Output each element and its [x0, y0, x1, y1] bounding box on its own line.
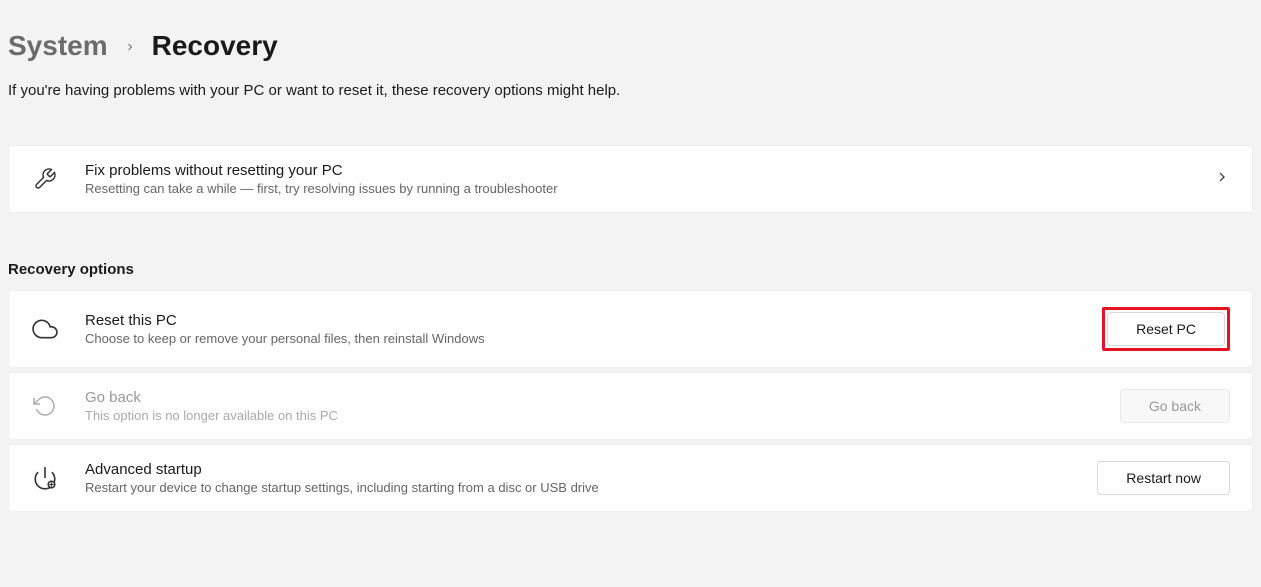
- advanced-startup-desc: Restart your device to change startup se…: [85, 480, 1097, 495]
- page-title: Recovery: [152, 30, 278, 62]
- advanced-startup-card: Advanced startup Restart your device to …: [8, 444, 1253, 512]
- reset-pc-desc: Choose to keep or remove your personal f…: [85, 331, 1102, 346]
- reset-pc-body: Reset this PC Choose to keep or remove y…: [85, 312, 1102, 346]
- reset-pc-button[interactable]: Reset PC: [1107, 312, 1225, 346]
- wrench-icon: [31, 165, 59, 193]
- chevron-right-icon: [124, 36, 136, 59]
- fix-problems-body: Fix problems without resetting your PC R…: [85, 162, 1214, 196]
- chevron-right-icon: [1214, 169, 1230, 190]
- restart-now-button[interactable]: Restart now: [1097, 461, 1230, 495]
- reset-pc-card: Reset this PC Choose to keep or remove y…: [8, 290, 1253, 368]
- advanced-startup-body: Advanced startup Restart your device to …: [85, 461, 1097, 495]
- reset-pc-title: Reset this PC: [85, 312, 1102, 329]
- go-back-button: Go back: [1120, 389, 1230, 423]
- go-back-desc: This option is no longer available on th…: [85, 408, 1120, 423]
- breadcrumb: System Recovery: [8, 30, 1253, 62]
- cloud-reset-icon: [31, 315, 59, 343]
- intro-text: If you're having problems with your PC o…: [8, 82, 1253, 99]
- power-gear-icon: [31, 464, 59, 492]
- breadcrumb-parent[interactable]: System: [8, 30, 108, 62]
- fix-problems-title: Fix problems without resetting your PC: [85, 162, 1214, 179]
- fix-problems-card[interactable]: Fix problems without resetting your PC R…: [8, 145, 1253, 213]
- advanced-startup-title: Advanced startup: [85, 461, 1097, 478]
- go-back-title: Go back: [85, 389, 1120, 406]
- reset-pc-highlight: Reset PC: [1102, 307, 1230, 351]
- recovery-options-heading: Recovery options: [8, 261, 1253, 278]
- fix-problems-desc: Resetting can take a while — first, try …: [85, 181, 1214, 196]
- history-icon: [31, 392, 59, 420]
- go-back-body: Go back This option is no longer availab…: [85, 389, 1120, 423]
- go-back-card: Go back This option is no longer availab…: [8, 372, 1253, 440]
